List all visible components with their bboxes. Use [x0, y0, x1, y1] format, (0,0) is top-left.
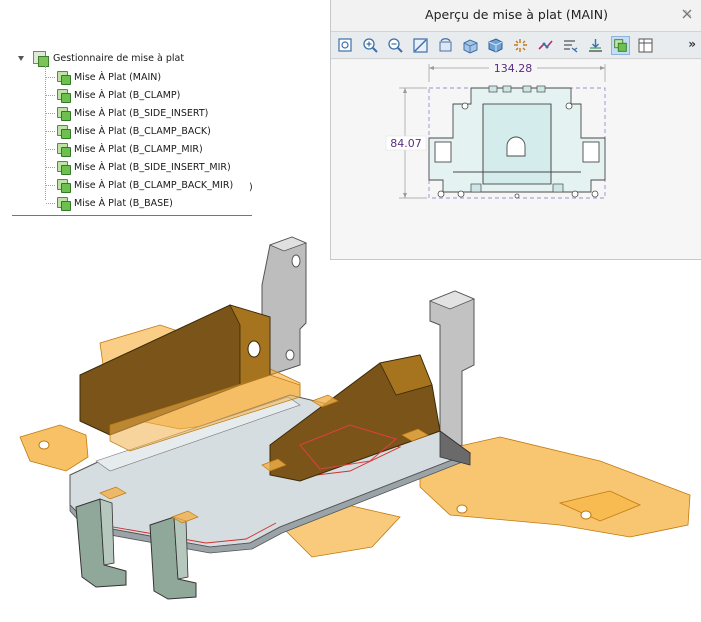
- toolbar-overflow-button[interactable]: »: [688, 37, 696, 51]
- flat-pattern-icon: [57, 160, 71, 175]
- flat-pattern-outline: [428, 87, 606, 193]
- tree-item-label: Mise À Plat (B_BASE): [74, 197, 173, 209]
- flat-pattern-icon: [57, 70, 71, 85]
- flat-pattern-icon: [57, 124, 71, 139]
- preview-toolbar: »: [331, 31, 701, 59]
- bend-lines-icon[interactable]: [536, 36, 555, 55]
- flat-pattern-icon: [57, 88, 71, 103]
- bend-table-icon[interactable]: [561, 36, 580, 55]
- tree-item-b-side-insert-mir[interactable]: Mise À Plat (B_SIDE_INSERT_MIR): [46, 158, 233, 176]
- zoom-window-icon[interactable]: [411, 36, 430, 55]
- flat-pattern-tree: Gestionnaire de mise à plat Mise À Plat …: [12, 42, 253, 217]
- zoom-in-icon[interactable]: [361, 36, 380, 55]
- stray-text: ): [249, 182, 253, 193]
- explode-icon[interactable]: [511, 36, 530, 55]
- tree-item-b-side-insert[interactable]: Mise À Plat (B_SIDE_INSERT): [46, 104, 233, 122]
- sheet-metal-3d-model: [19, 236, 691, 600]
- close-icon[interactable]: [681, 8, 693, 20]
- flatten-icon[interactable]: [586, 36, 605, 55]
- tree-item-label: Mise À Plat (B_CLAMP_MIR): [74, 143, 203, 155]
- tree-item-b-base[interactable]: Mise À Plat (B_BASE): [46, 194, 233, 212]
- zoom-fit-icon[interactable]: [336, 36, 355, 55]
- tree-item-b-clamp-back[interactable]: Mise À Plat (B_CLAMP_BACK): [46, 122, 233, 140]
- shaded-view-icon[interactable]: [486, 36, 505, 55]
- tree-root-label: Gestionnaire de mise à plat: [53, 52, 185, 64]
- tree-item-main[interactable]: Mise À Plat (MAIN): [46, 68, 233, 86]
- dimension-table-icon[interactable]: [636, 36, 655, 55]
- tree-item-label: Mise À Plat (MAIN): [74, 71, 162, 83]
- flat-pattern-icon: [57, 178, 71, 193]
- tree-item-label: Mise À Plat (B_CLAMP): [74, 89, 181, 101]
- flat-pattern-icon: [57, 106, 71, 121]
- zoom-out-icon[interactable]: [386, 36, 405, 55]
- tree-item-label: Mise À Plat (B_SIDE_INSERT): [74, 107, 209, 119]
- flat-pattern-manager-icon: [33, 50, 49, 67]
- tree-item-b-clamp[interactable]: Mise À Plat (B_CLAMP): [46, 86, 233, 104]
- tree-item-b-clamp-back-mir[interactable]: Mise À Plat (B_CLAMP_BACK_MIR): [46, 176, 233, 194]
- tree-item-label: Mise À Plat (B_CLAMP_BACK): [74, 125, 211, 137]
- refresh-view-icon[interactable]: [436, 36, 455, 55]
- flat-pattern-preview-window: Aperçu de mise à plat (MAIN) » 134.28 84…: [330, 0, 701, 260]
- tree-item-b-clamp-mir[interactable]: Mise À Plat (B_CLAMP_MIR): [46, 140, 233, 158]
- tree-item-label: Mise À Plat (B_CLAMP_BACK_MIR): [74, 179, 234, 191]
- tree-root-node[interactable]: Gestionnaire de mise à plat: [18, 50, 185, 67]
- flat-state-icon[interactable]: [611, 36, 630, 55]
- collapse-arrow-icon[interactable]: [18, 55, 24, 61]
- flat-pattern-icon: [57, 196, 71, 211]
- width-dimension-label: 134.28: [494, 62, 533, 75]
- height-dimension-label: 84.07: [390, 137, 422, 150]
- tree-item-label: Mise À Plat (B_SIDE_INSERT_MIR): [74, 161, 231, 173]
- flat-pattern-icon: [57, 142, 71, 157]
- orient-view-icon[interactable]: [461, 36, 480, 55]
- tree-bottom-border: [12, 215, 252, 216]
- preview-title: Aperçu de mise à plat (MAIN): [425, 7, 608, 22]
